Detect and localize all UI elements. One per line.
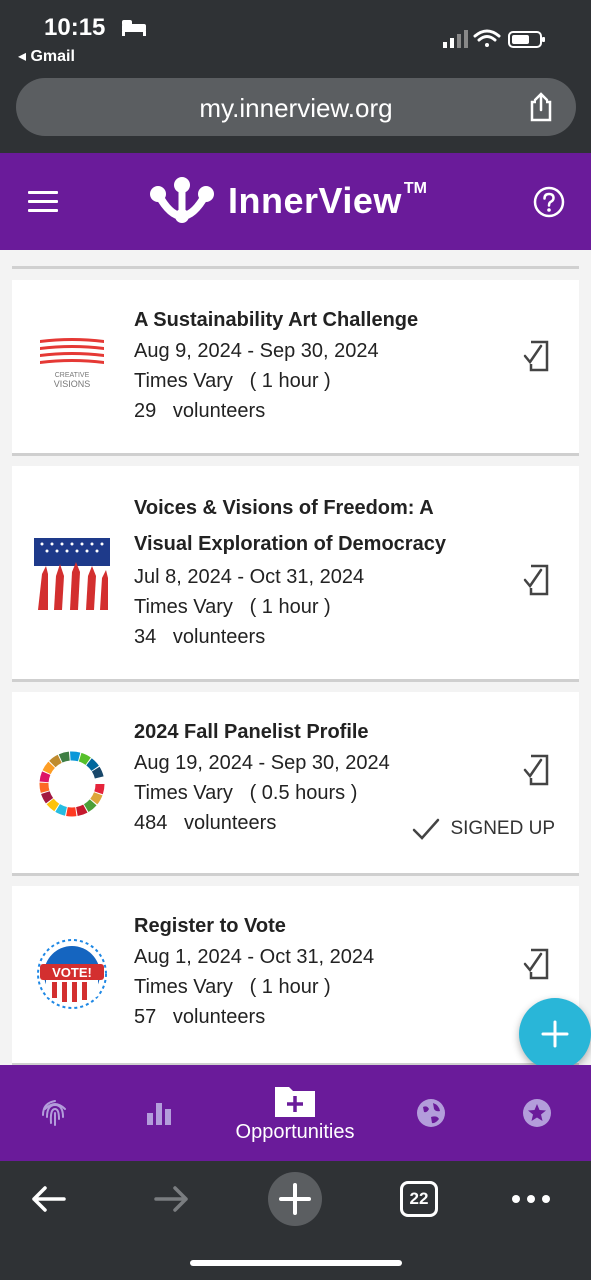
opportunity-card[interactable]: 2024 Fall Panelist Profile Aug 19, 2024 … (12, 692, 579, 876)
nav-opportunities[interactable]: Opportunities (220, 1065, 370, 1161)
folder-plus-icon (275, 1086, 315, 1117)
clipboard-check-icon[interactable] (521, 338, 553, 374)
signed-up-status: SIGNED UP (412, 818, 555, 840)
globe-icon (417, 1099, 445, 1127)
opportunity-title: Register to Vote (134, 915, 286, 937)
menu-icon[interactable] (28, 191, 58, 213)
battery-icon (508, 31, 545, 48)
star-badge-icon (523, 1099, 551, 1127)
nav-stats[interactable] (134, 1065, 184, 1161)
status-indicators (443, 29, 545, 48)
opportunity-title: A Sustainability Art Challenge (134, 309, 419, 331)
home-indicator (190, 1260, 402, 1266)
logo-text-line1: CREATIVE (55, 372, 90, 379)
opportunity-times: Times Vary ( 1 hour ) (134, 976, 331, 998)
nav-fingerprint[interactable] (30, 1065, 80, 1161)
checkmark-icon (413, 818, 440, 840)
opportunity-dates: Aug 1, 2024 - Oct 31, 2024 (134, 946, 375, 968)
opportunity-volunteers: 57 volunteers (134, 1006, 266, 1028)
status-time: 10:15 (44, 14, 106, 41)
logo-text-line2: VISIONS (54, 379, 91, 389)
app-header: InnerView TM (0, 153, 591, 250)
plus-icon (541, 1020, 569, 1048)
divider (12, 266, 579, 269)
opportunity-times: Times Vary ( 0.5 hours ) (134, 782, 358, 804)
browser-more-button[interactable] (503, 1171, 559, 1227)
wifi-icon (473, 29, 501, 47)
card-body: Voices & Visions of Freedom: A Visual Ex… (134, 490, 489, 652)
clipboard-check-icon[interactable] (521, 946, 553, 982)
sdg-wheel-logo (39, 751, 105, 817)
browser-tabs-button[interactable]: 22 (391, 1171, 447, 1227)
nav-globe[interactable] (406, 1065, 456, 1161)
browser-new-tab-button[interactable] (267, 1171, 323, 1227)
opportunity-card[interactable]: CREATIVE VISIONS A Sustainability Art Ch… (12, 280, 579, 456)
tabs-count: 22 (409, 1189, 429, 1208)
clipboard-check-icon[interactable] (521, 752, 553, 788)
cellular-signal-icon (443, 30, 468, 48)
vote-badge-text: VOTE! (52, 965, 92, 980)
card-body: Register to Vote Aug 1, 2024 - Oct 31, 2… (134, 910, 489, 1032)
flag-hands-logo (34, 538, 110, 610)
browser-forward-button[interactable] (144, 1171, 200, 1227)
tabs-count-icon: 22 (400, 1181, 438, 1217)
clipboard-check-icon[interactable] (521, 562, 553, 598)
signed-up-label: SIGNED UP (450, 818, 555, 839)
opportunity-list[interactable]: CREATIVE VISIONS A Sustainability Art Ch… (0, 250, 591, 1065)
opportunity-dates: Jul 8, 2024 - Oct 31, 2024 (134, 566, 365, 588)
brand-name: InnerView (228, 180, 402, 221)
nav-favorites[interactable] (512, 1065, 562, 1161)
innerview-logo-icon (150, 177, 214, 223)
add-fab-button[interactable] (519, 998, 591, 1070)
url-text: my.innerview.org (199, 93, 393, 123)
share-icon[interactable] (528, 92, 554, 122)
vote-badge-logo: VOTE! (37, 939, 107, 1009)
sleep-focus-icon (122, 20, 146, 36)
opportunity-title: Voices & Visions of Freedom: A Visual Ex… (134, 497, 446, 555)
opportunity-card[interactable]: VOTE! Register to Vote Aug 1, 2024 - Oct… (12, 886, 579, 1065)
nav-opportunities-label: Opportunities (235, 1120, 355, 1143)
opportunity-times: Times Vary ( 1 hour ) (134, 596, 331, 618)
opportunity-times: Times Vary ( 1 hour ) (134, 370, 331, 392)
opportunity-dates: Aug 9, 2024 - Sep 30, 2024 (134, 340, 379, 362)
browser-back-button[interactable] (20, 1171, 76, 1227)
opportunity-card[interactable]: Voices & Visions of Freedom: A Visual Ex… (12, 466, 579, 682)
opportunity-title: 2024 Fall Panelist Profile (134, 721, 369, 743)
creative-visions-logo: CREATIVE VISIONS (40, 338, 104, 389)
safari-top-bar: 10:15 ◂ Gmail my.innerview.org (0, 0, 591, 153)
bottom-navigation: Opportunities (0, 1065, 591, 1161)
brand: InnerView TM (148, 175, 427, 227)
back-to-gmail-link[interactable]: ◂ Gmail (18, 46, 75, 66)
browser-toolbar: 22 (0, 1161, 591, 1280)
bar-chart-icon (147, 1103, 171, 1125)
card-body: A Sustainability Art Challenge Aug 9, 20… (134, 304, 489, 426)
arrow-left-icon (32, 1186, 66, 1212)
address-bar[interactable]: my.innerview.org (16, 78, 576, 136)
arrow-right-icon (154, 1186, 188, 1212)
trademark: TM (403, 180, 428, 197)
opportunity-volunteers: 34 volunteers (134, 626, 266, 648)
fingerprint-icon (42, 1100, 66, 1126)
plus-circle-icon (268, 1172, 322, 1226)
opportunity-dates: Aug 19, 2024 - Sep 30, 2024 (134, 752, 390, 774)
more-dots-icon (512, 1195, 550, 1203)
opportunity-volunteers: 29 volunteers (134, 400, 266, 422)
help-icon[interactable] (533, 186, 565, 218)
